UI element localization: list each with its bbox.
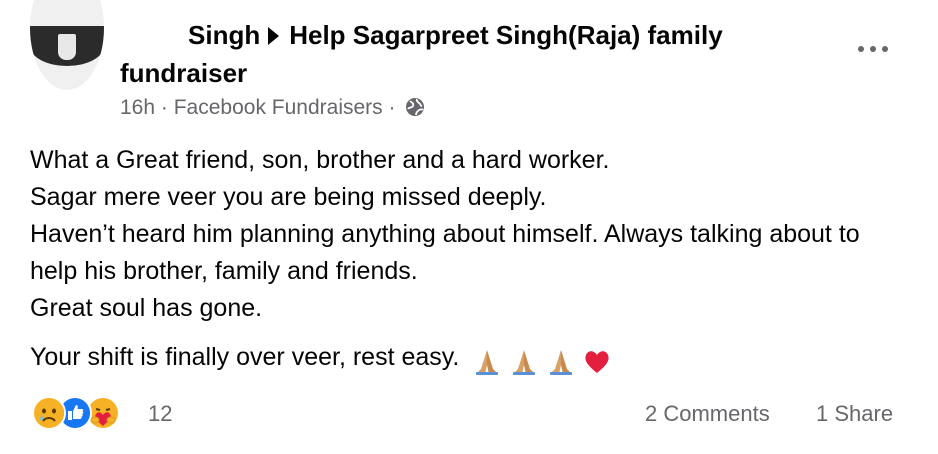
meta-separator: · xyxy=(160,96,168,119)
globe-icon[interactable] xyxy=(405,97,425,117)
reaction-count[interactable]: 12 xyxy=(148,400,172,428)
post-header: Singh Help Sagarpreet Singh(Raja) family xyxy=(188,18,723,52)
fundraiser-link-continued[interactable]: fundraiser xyxy=(120,56,247,90)
author-name[interactable]: Singh xyxy=(188,20,260,50)
post-closing-text: Your shift is finally over veer, rest ea… xyxy=(30,343,460,371)
red-heart-icon xyxy=(585,351,609,374)
post-body-line: Haven’t heard him planning anything abou… xyxy=(30,220,860,285)
arrow-right-icon xyxy=(268,27,280,45)
post-body-line: Great soul has gone. xyxy=(30,294,263,322)
post-time[interactable]: 16h xyxy=(120,96,155,119)
folded-hands-icon xyxy=(476,350,499,376)
avatar-photo-detail xyxy=(58,34,76,60)
post-footer: 12 2 Comments 1 Share xyxy=(0,394,938,436)
more-dot xyxy=(858,46,864,52)
author-avatar[interactable] xyxy=(30,0,104,90)
meta-separator: · xyxy=(388,96,396,119)
fundraiser-link[interactable]: Help Sagarpreet Singh(Raja) family xyxy=(289,20,722,50)
more-options-icon[interactable] xyxy=(856,36,890,60)
comments-link[interactable]: 2 Comments xyxy=(645,400,770,428)
folded-hands-icon xyxy=(513,350,536,376)
post-source[interactable]: Facebook Fundraisers xyxy=(174,96,383,119)
more-dot xyxy=(870,46,876,52)
post-body-line: Sagar mere veer you are being missed dee… xyxy=(30,183,547,211)
closing-emojis xyxy=(472,343,611,380)
more-dot xyxy=(882,46,888,52)
folded-hands-icon xyxy=(550,350,573,376)
post-body: What a Great friend, son, brother and a … xyxy=(30,142,910,380)
post-body-line: What a Great friend, son, brother and a … xyxy=(30,146,610,174)
post-closing-line: Your shift is finally over veer, rest ea… xyxy=(30,339,910,380)
sad-reaction-icon xyxy=(32,396,66,430)
reactions-summary[interactable] xyxy=(32,396,142,430)
post-meta: 16h · Facebook Fundraisers · xyxy=(120,94,425,122)
post-card: Singh Help Sagarpreet Singh(Raja) family … xyxy=(0,0,938,454)
shares-link[interactable]: 1 Share xyxy=(816,400,893,428)
